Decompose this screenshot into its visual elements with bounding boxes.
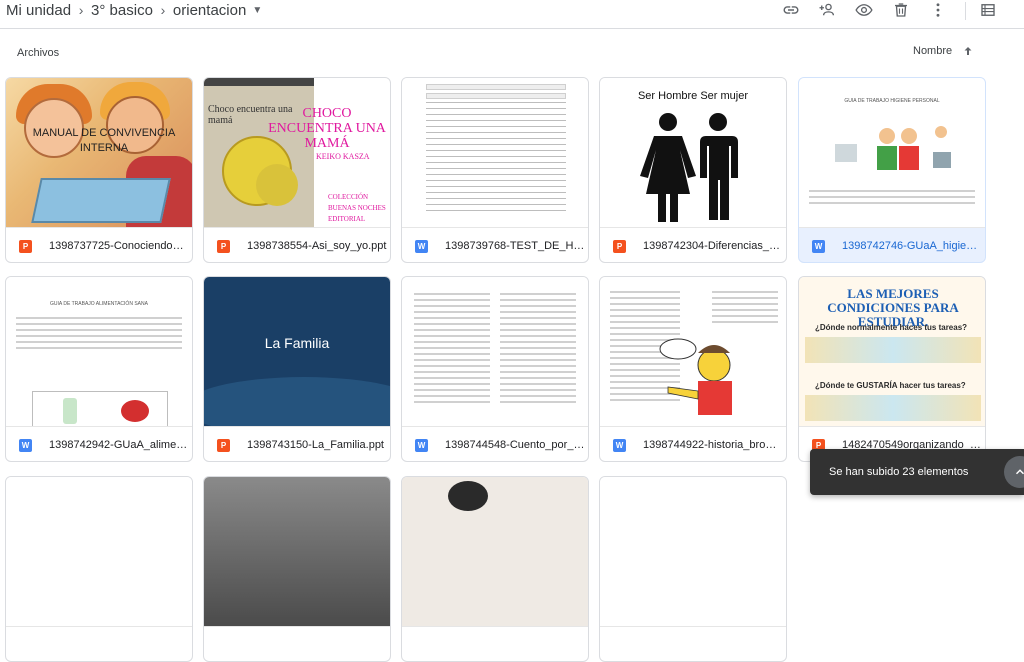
powerpoint-file-icon: P xyxy=(217,438,230,452)
thumbnail-title: MANUAL DE CONVIVENCIA INTERNA xyxy=(32,127,176,154)
file-name[interactable]: 1398744922-historia_bromi... xyxy=(643,439,783,451)
breadcrumb-item-orientacion[interactable]: orientacion xyxy=(173,2,246,19)
man-woman-silhouette-icon xyxy=(640,113,738,222)
breadcrumb-separator-icon: › xyxy=(160,2,166,18)
breadcrumb-item-3-basico[interactable]: 3° basico xyxy=(91,2,153,19)
file-thumbnail xyxy=(600,277,786,427)
thumbnail-author: KEIKO KASZA xyxy=(316,152,370,161)
file-thumbnail xyxy=(204,477,390,627)
file-thumbnail: La Familia xyxy=(204,277,390,427)
breadcrumb-separator-icon: › xyxy=(78,2,84,18)
preview-eye-icon[interactable] xyxy=(852,0,876,20)
list-view-icon[interactable] xyxy=(976,0,1000,20)
file-thumbnail: GUIA DE TRABAJO HIGIENE PERSONAL xyxy=(799,78,985,228)
file-name[interactable]: 1398744548-Cuento_por_fa... xyxy=(445,439,585,451)
file-name[interactable]: 1398737725-Conociendo_n... xyxy=(49,240,189,252)
toast-expand-button[interactable] xyxy=(1004,456,1024,488)
file-thumbnail: GUIA DE TRABAJO ALIMENTACIÓN SANA xyxy=(6,277,192,427)
thumbnail-question-2: ¿Dónde te GUSTARÍA hacer tus tareas? xyxy=(815,381,966,390)
trash-icon[interactable] xyxy=(889,0,913,20)
file-name[interactable]: 1398743150-La_Familia.ppt xyxy=(247,439,387,451)
thumbnail-title: GUIA DE TRABAJO ALIMENTACIÓN SANA xyxy=(50,301,148,307)
file-card[interactable]: MANUAL DE CONVIVENCIA INTERNA P 13987377… xyxy=(5,77,193,263)
file-card[interactable] xyxy=(599,476,787,662)
thumbnail-title: CHOCO ENCUENTRA UNA MAMÁ xyxy=(268,106,386,151)
thumbnail-collection: COLECCIÓN BUENAS NOCHES EDITORIAL NORMA xyxy=(328,193,386,227)
thumbnail-title: GUIA DE TRABAJO HIGIENE PERSONAL xyxy=(844,98,940,104)
file-name[interactable]: 1398739768-TEST_DE_HaB... xyxy=(445,240,585,252)
file-thumbnail xyxy=(402,277,588,427)
breadcrumb: Mi unidad › 3° basico › orientacion ▼ xyxy=(6,0,262,20)
thumbnail-question-1: ¿Dónde normalmente haces tus tareas? xyxy=(815,323,968,332)
file-thumbnail: Choco encuentra una mamá CHOCO ENCUENTRA… xyxy=(204,78,390,228)
top-bar: Mi unidad › 3° basico › orientacion ▼ xyxy=(0,0,1024,29)
file-thumbnail xyxy=(6,477,192,627)
powerpoint-file-icon: P xyxy=(19,239,32,253)
thumbnail-title: Ser Hombre Ser mujer xyxy=(637,90,749,102)
link-icon[interactable] xyxy=(779,0,803,20)
file-thumbnail xyxy=(402,477,588,627)
file-card[interactable]: Ser Hombre Ser mujer P 1398742304-Difere… xyxy=(599,77,787,263)
word-file-icon: W xyxy=(613,438,626,452)
file-name[interactable]: 1398742942-GUaA_aliment... xyxy=(49,439,189,451)
file-card[interactable]: LAS MEJORES CONDICIONES PARA ESTUDIAR. ¿… xyxy=(798,276,986,462)
powerpoint-file-icon: P xyxy=(613,239,626,253)
folder-dropdown-caret-icon[interactable]: ▼ xyxy=(252,5,262,16)
chevron-up-icon xyxy=(1015,469,1024,475)
sort-control[interactable]: Nombre xyxy=(913,45,974,57)
toast-message: Se han subido 23 elementos xyxy=(829,466,969,478)
file-thumbnail xyxy=(600,477,786,627)
file-name[interactable]: 1398742304-Diferencias_H... xyxy=(643,240,783,252)
file-card[interactable] xyxy=(5,476,193,662)
file-card[interactable] xyxy=(401,476,589,662)
file-card[interactable]: W 1398744548-Cuento_por_fa... xyxy=(401,276,589,462)
file-name[interactable]: 1398742746-GUaA_higiene... xyxy=(842,240,982,252)
word-file-icon: W xyxy=(415,239,428,253)
add-person-icon[interactable] xyxy=(815,0,839,20)
file-name[interactable]: 1398738554-Asi_soy_yo.ppt xyxy=(247,240,387,252)
file-card[interactable]: W 1398744922-historia_bromi... xyxy=(599,276,787,462)
file-thumbnail xyxy=(402,78,588,228)
file-thumbnail: MANUAL DE CONVIVENCIA INTERNA xyxy=(6,78,192,228)
toolbar-divider xyxy=(965,2,966,20)
file-card[interactable]: La Familia P 1398743150-La_Familia.ppt xyxy=(203,276,391,462)
more-vert-icon[interactable] xyxy=(926,0,950,20)
file-card[interactable]: Choco encuentra una mamá CHOCO ENCUENTRA… xyxy=(203,77,391,263)
sort-label[interactable]: Nombre xyxy=(913,45,952,57)
thumbnail-title: La Familia xyxy=(264,335,330,351)
sort-arrow-up-icon[interactable] xyxy=(962,45,974,57)
section-title-archivos: Archivos xyxy=(17,47,60,59)
cartoon-character-icon xyxy=(659,338,732,415)
file-card[interactable] xyxy=(203,476,391,662)
upload-complete-toast: Se han subido 23 elementos xyxy=(810,449,1024,495)
file-thumbnail: LAS MEJORES CONDICIONES PARA ESTUDIAR. ¿… xyxy=(799,277,985,427)
word-file-icon: W xyxy=(812,239,825,253)
powerpoint-file-icon: P xyxy=(217,239,230,253)
file-card[interactable]: GUIA DE TRABAJO ALIMENTACIÓN SANA W 1398… xyxy=(5,276,193,462)
word-file-icon: W xyxy=(19,438,32,452)
file-card[interactable]: W 1398739768-TEST_DE_HaB... xyxy=(401,77,589,263)
file-card-selected[interactable]: GUIA DE TRABAJO HIGIENE PERSONAL W 13987… xyxy=(798,77,986,263)
breadcrumb-item-mi-unidad[interactable]: Mi unidad xyxy=(6,2,71,19)
word-file-icon: W xyxy=(415,438,428,452)
file-thumbnail: Ser Hombre Ser mujer xyxy=(600,78,786,228)
